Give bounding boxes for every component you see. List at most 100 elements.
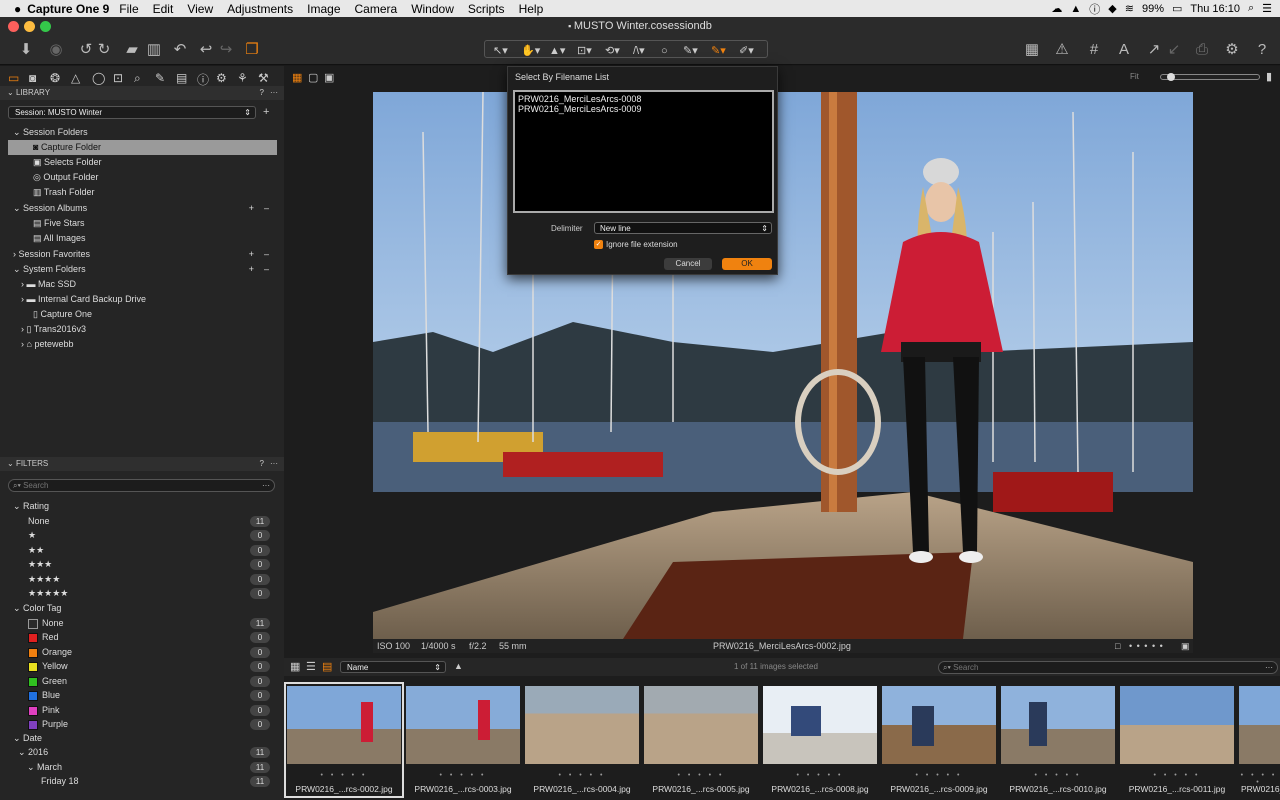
date-header[interactable]: ⌄ Date xyxy=(0,731,284,746)
color-tag-header[interactable]: ⌄ Color Tag xyxy=(0,601,284,616)
color-tag-red[interactable]: Red 0 xyxy=(0,630,284,645)
zoom-slider-knob[interactable] xyxy=(1167,73,1175,81)
output-tab-icon[interactable]: ▤ xyxy=(176,71,187,85)
folder-trash[interactable]: ▥ Trash Folder xyxy=(0,185,284,200)
thumbnail-rating[interactable]: • • • • • xyxy=(762,772,878,779)
thumbnail-rating[interactable]: • • • • • xyxy=(1119,772,1235,779)
keystone-tool-icon[interactable]: /\▾ xyxy=(633,45,645,57)
album-all-images[interactable]: ▤ All Images xyxy=(0,231,284,246)
app-menu[interactable]: Capture One 9 xyxy=(27,2,109,16)
info-icon[interactable]: ⓘ xyxy=(1089,1,1100,17)
folder-icon[interactable]: ▰ xyxy=(122,40,142,60)
add-icon[interactable]: + xyxy=(249,262,254,277)
rating-2[interactable]: ★★ 0 xyxy=(0,543,284,558)
remove-icon[interactable]: – xyxy=(264,247,269,262)
system-folder-backup[interactable]: › ▬ Internal Card Backup Drive xyxy=(0,292,284,307)
select-checkbox-icon[interactable]: □ xyxy=(1115,639,1120,653)
thumbnail[interactable]: • • • • • PRW0216_...rcs-0005.jpg xyxy=(643,684,759,796)
copy-adjustments-icon[interactable]: ❐ xyxy=(242,40,262,60)
rating-1[interactable]: ★ 0 xyxy=(0,528,284,543)
thumbnail[interactable]: • • • • • PRW0216_...rcs-0009.jpg xyxy=(881,684,997,796)
filter-search[interactable]: ⌕▾ ··· xyxy=(8,479,275,492)
capture-tab-icon[interactable]: ◙ xyxy=(29,71,36,85)
import-icon[interactable]: ⬇ xyxy=(16,40,36,60)
undo-icon[interactable]: ↩ xyxy=(196,40,216,60)
filters-header[interactable]: ⌄ FILTERS ? ··· xyxy=(0,457,284,471)
add-icon[interactable]: + xyxy=(249,201,254,216)
thumbnail-rating[interactable]: • • • • • xyxy=(643,772,759,779)
thumbnail-rating[interactable]: • • • • • xyxy=(1000,772,1116,779)
filter-search-input[interactable] xyxy=(23,481,224,490)
compare-view-icon[interactable]: ▣ xyxy=(324,71,334,84)
rotate-left-icon[interactable]: ↺ xyxy=(76,40,96,60)
wifi-icon[interactable]: ≋ xyxy=(1125,2,1134,15)
menu-view[interactable]: View xyxy=(187,2,213,16)
drive-icon[interactable]: ▲ xyxy=(1070,3,1081,15)
more-icon[interactable]: ··· xyxy=(262,480,270,492)
color-tag-green[interactable]: Green 0 xyxy=(0,674,284,689)
more-icon[interactable]: ··· xyxy=(1265,662,1273,674)
apply-icon[interactable]: ↙ xyxy=(1164,40,1184,60)
filmstrip-view-icon[interactable]: ▤ xyxy=(322,660,332,673)
clock[interactable]: Thu 16:10 xyxy=(1190,3,1240,15)
session-favorites-header[interactable]: › Session Favorites + – xyxy=(0,247,284,262)
menu-file[interactable]: File xyxy=(119,2,138,16)
notification-center-icon[interactable]: ☰ xyxy=(1262,2,1272,15)
adjustments-tab-icon[interactable]: ⚙ xyxy=(216,71,227,85)
loupe-tool-icon[interactable]: ▲▾ xyxy=(549,45,566,57)
thumbnail[interactable]: • • • • • PRW0216_...rcs-0008.jpg xyxy=(762,684,878,796)
text-icon[interactable]: A xyxy=(1114,40,1134,60)
library-tab-icon[interactable]: ▭ xyxy=(8,71,19,85)
folder-capture[interactable]: ◙ Capture Folder xyxy=(8,140,277,155)
help-icon[interactable]: ? xyxy=(260,86,264,100)
color-tag-icon[interactable]: ▣ xyxy=(1181,639,1190,653)
print-icon[interactable]: ⎙ xyxy=(1192,40,1212,60)
details-tab-icon[interactable]: ⌕ xyxy=(134,71,141,86)
composition-tab-icon[interactable]: ⊡ xyxy=(113,71,123,85)
battery-percent[interactable]: 99% xyxy=(1142,3,1164,15)
rating-header[interactable]: ⌄ Rating xyxy=(0,499,284,514)
share-icon[interactable]: ↗ xyxy=(1144,40,1164,60)
pan-tool-icon[interactable]: ✋▾ xyxy=(521,44,541,57)
ignore-extension-checkbox[interactable]: ✓ xyxy=(594,240,603,249)
single-view-icon[interactable]: ▢ xyxy=(308,71,318,84)
rating-4[interactable]: ★★★★ 0 xyxy=(0,572,284,587)
library-header[interactable]: ⌄ LIBRARY ? ··· xyxy=(0,86,284,100)
menu-adjustments[interactable]: Adjustments xyxy=(227,2,293,16)
minimize-window-button[interactable] xyxy=(24,21,35,32)
delimiter-select[interactable]: New line ⇕ xyxy=(594,222,772,234)
zoom-window-button[interactable] xyxy=(40,21,51,32)
thumbnail[interactable]: • • • • • PRW0216_ xyxy=(1238,684,1280,796)
remove-icon[interactable]: – xyxy=(264,262,269,277)
color-tab-icon[interactable]: ❂ xyxy=(50,71,60,85)
exposure-tab-icon[interactable]: △ xyxy=(71,71,80,85)
date-march[interactable]: ⌄ March 11 xyxy=(0,760,284,775)
rating-5[interactable]: ★★★★★ 0 xyxy=(0,586,284,601)
thumbnail[interactable]: • • • • • PRW0216_...rcs-0010.jpg xyxy=(1000,684,1116,796)
thumbnail-rating[interactable]: • • • • • xyxy=(524,772,640,779)
color-tag-purple[interactable]: Purple 0 xyxy=(0,717,284,732)
help-icon[interactable]: ? xyxy=(260,457,264,471)
redo-icon[interactable]: ↪ xyxy=(216,40,236,60)
menu-help[interactable]: Help xyxy=(519,2,544,16)
cancel-button[interactable]: Cancel xyxy=(664,258,712,270)
creative-cloud-icon[interactable]: ☁ xyxy=(1051,2,1062,15)
menu-edit[interactable]: Edit xyxy=(153,2,174,16)
thumbnail-rating[interactable]: • • • • • xyxy=(881,772,997,779)
add-icon[interactable]: + xyxy=(249,247,254,262)
batch-tab-icon[interactable]: ⚘ xyxy=(237,71,248,85)
thumbnail[interactable]: • • • • • PRW0216_...rcs-0002.jpg xyxy=(284,682,404,798)
camera-icon[interactable]: ◉ xyxy=(46,40,66,60)
date-2016[interactable]: ⌄ 2016 11 xyxy=(0,745,284,760)
grid-overlay-icon[interactable]: ▦ xyxy=(1022,40,1042,60)
warning-icon[interactable]: ⚠ xyxy=(1052,40,1072,60)
system-folder-trans[interactable]: › ▯ Trans2016v3 xyxy=(0,322,284,337)
menu-camera[interactable]: Camera xyxy=(355,2,398,16)
lens-tab-icon[interactable]: ◯ xyxy=(92,71,105,85)
dropbox-icon[interactable]: ◆ xyxy=(1108,2,1116,15)
menu-window[interactable]: Window xyxy=(411,2,454,16)
rating-3[interactable]: ★★★ 0 xyxy=(0,557,284,572)
grid-icon[interactable]: # xyxy=(1084,40,1104,60)
system-folder-petewebb[interactable]: › ⌂ petewebb xyxy=(0,337,284,352)
menu-scripts[interactable]: Scripts xyxy=(468,2,505,16)
